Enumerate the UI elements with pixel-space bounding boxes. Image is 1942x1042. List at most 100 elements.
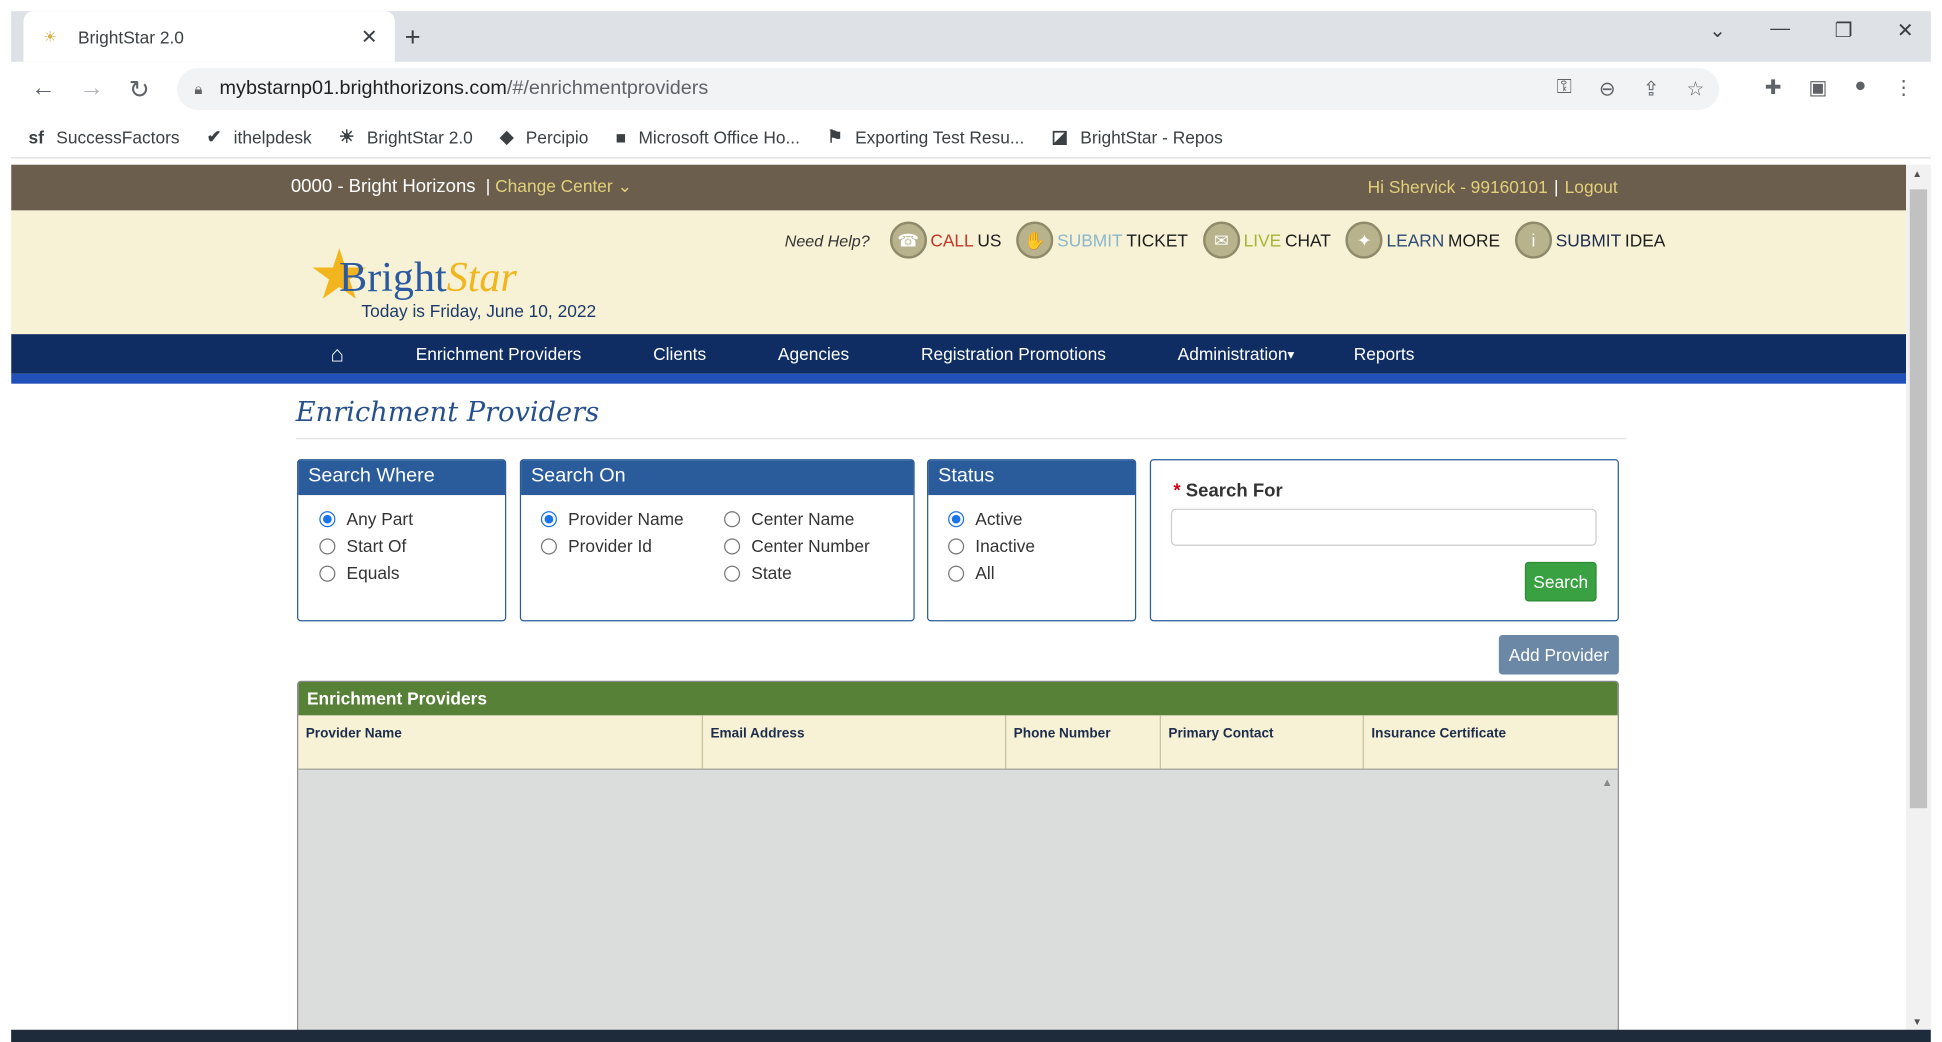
bookmark-item[interactable]: sf SuccessFactors (28, 127, 179, 147)
profile-icon[interactable]: ● (1854, 75, 1866, 100)
nav-item-reports[interactable]: Reports (1354, 344, 1415, 364)
extensions-icon[interactable]: ✚ (1765, 75, 1782, 100)
column-header-email-address[interactable]: Email Address (703, 715, 1007, 769)
restore-icon[interactable]: ❐ (1835, 19, 1853, 44)
title-divider (295, 438, 1627, 440)
share-icon[interactable]: ⇪ (1643, 77, 1660, 102)
nav-item-administration[interactable]: Administration (1178, 344, 1288, 364)
lock-icon[interactable]: 🔒︎ (194, 80, 202, 99)
radio-button[interactable] (319, 537, 336, 554)
bookmark-item[interactable]: ◆ Percipio (500, 126, 588, 147)
back-icon[interactable]: ← (31, 74, 56, 102)
search-where-option-start-of[interactable]: Start Of (319, 536, 406, 556)
app: 0000 - Bright Horizons | Change Center ⌄ … (11, 164, 1907, 1032)
url-text[interactable]: mybstarnp01.brighthorizons.com/#/enrichm… (220, 78, 709, 100)
bookmark-item[interactable]: ◪ BrightStar - Repos (1052, 126, 1223, 147)
bookmark-icon: ■ (615, 126, 627, 147)
forward-icon[interactable]: → (79, 74, 104, 102)
search-button[interactable]: Search (1524, 561, 1597, 602)
live-chat-icon[interactable]: ✉ (1202, 221, 1240, 259)
key-icon[interactable]: ⚿ (1557, 77, 1572, 102)
radio-button[interactable] (319, 510, 336, 527)
bookmark-label: Percipio (525, 126, 589, 147)
scroll-down-arrow-icon[interactable]: ▼ (1912, 1016, 1922, 1027)
add-provider-button[interactable]: Add Provider (1498, 634, 1619, 675)
call-us-link[interactable]: ☎ CALL US (889, 221, 1001, 259)
search-where-option-equals[interactable]: Equals (319, 563, 400, 583)
new-tab-icon[interactable]: + (405, 21, 421, 53)
submit-idea-link[interactable]: i SUBMIT IDEA (1514, 221, 1665, 259)
learn-more-link[interactable]: ✦ LEARN MORE (1345, 221, 1500, 259)
providers-grid: Enrichment Providers Provider Name Email … (297, 680, 1619, 1032)
close-tab-icon[interactable]: ✕ (361, 24, 378, 49)
grid-body[interactable]: ▲ (298, 769, 1618, 1032)
help-links: Need Help? ☎ CALL US ✋ SUBMIT TICKET ✉ LIVE C… (785, 221, 1665, 259)
nav-item-registration-promotions[interactable]: Registration Promotions (921, 344, 1106, 364)
column-header-provider-name[interactable]: Provider Name (298, 715, 704, 769)
main-nav: ⌂ Enrichment Providers Clients Agencies Reg… (11, 334, 1907, 374)
zoom-icon[interactable]: ⊖ (1599, 77, 1616, 102)
browser-tab[interactable]: ☀ BrightStar 2.0 ✕ (23, 11, 395, 62)
status-option-inactive[interactable]: Inactive (948, 536, 1035, 556)
tab-search-icon[interactable]: ⌄ (1709, 19, 1726, 44)
logout-link[interactable]: Logout (1565, 177, 1618, 197)
nav-item-clients[interactable]: Clients (653, 344, 706, 364)
top-bar: 0000 - Bright Horizons | Change Center ⌄ … (11, 164, 1907, 211)
address-bar[interactable]: 🔒︎ mybstarnp01.brighthorizons.com/#/enri… (176, 68, 1720, 111)
column-header-insurance-certificate[interactable]: Insurance Certificate (1364, 715, 1618, 768)
bookmark-item[interactable]: ☀ BrightStar 2.0 (339, 126, 473, 147)
call-us-icon[interactable]: ☎ (889, 221, 927, 259)
bookmark-item[interactable]: ■ Microsoft Office Ho... (616, 127, 800, 147)
menu-icon[interactable]: ⋮ (1894, 75, 1914, 100)
search-where-title: Search Where (298, 460, 505, 496)
bookmark-label: ithelpdesk (233, 126, 312, 147)
column-header-primary-contact[interactable]: Primary Contact (1161, 715, 1364, 769)
submit-idea-icon[interactable]: i (1514, 221, 1552, 259)
search-on-option-state[interactable]: State (724, 563, 792, 583)
radio-button[interactable] (319, 565, 336, 582)
search-on-option-provider-name[interactable]: Provider Name (540, 509, 684, 528)
bookmark-item[interactable]: ⚑ Exporting Test Resu... (827, 126, 1024, 147)
search-where-option-any-part[interactable]: Any Part (319, 509, 413, 528)
radio-button[interactable] (948, 565, 965, 582)
scrollbar-thumb[interactable] (1909, 189, 1928, 809)
nav-item-agencies[interactable]: Agencies (778, 344, 849, 364)
search-on-option-center-name[interactable]: Center Name (724, 509, 854, 528)
radio-label: All (975, 563, 995, 583)
chevron-down-icon[interactable]: ⌄ (617, 176, 632, 196)
reload-icon[interactable]: ↻ (129, 74, 150, 105)
radio-button[interactable] (724, 537, 741, 554)
search-on-option-provider-id[interactable]: Provider Id (540, 535, 652, 556)
radio-button[interactable] (948, 510, 965, 527)
live-chat-link[interactable]: ✉ LIVE CHAT (1202, 221, 1331, 259)
close-window-icon[interactable]: ✕ (1897, 19, 1914, 44)
nav-item-enrichment-providers[interactable]: Enrichment Providers (416, 344, 582, 364)
scroll-up-arrow-icon[interactable]: ▲ (1912, 168, 1922, 179)
status-option-active[interactable]: Active (948, 509, 1022, 528)
radio-button[interactable] (724, 510, 741, 527)
radio-label: Provider Id (568, 535, 652, 556)
grid-header-row: Provider Name Email Address Phone Number Pr… (298, 715, 1618, 770)
user-info: Hi Shervick - 99160101 | Logout (1367, 176, 1618, 197)
radio-button[interactable] (948, 537, 965, 554)
side-panel-icon[interactable]: ▣ (1809, 75, 1828, 100)
submit-ticket-link[interactable]: ✋ SUBMIT TICKET (1016, 221, 1188, 259)
bookmark-item[interactable]: ✔ ithelpdesk (207, 126, 312, 147)
caret-down-icon[interactable]: ▾ (1287, 346, 1294, 362)
scroll-up-icon[interactable]: ▲ (1602, 776, 1613, 788)
status-title: Status (928, 460, 1135, 496)
page-scrollbar[interactable]: ▲ ▼ (1906, 164, 1931, 1032)
bookmark-star-icon[interactable]: ☆ (1687, 77, 1705, 102)
status-option-all[interactable]: All (948, 563, 995, 583)
change-center-link[interactable]: Change Center (495, 176, 613, 196)
radio-button[interactable] (540, 510, 557, 527)
radio-button[interactable] (724, 565, 741, 582)
learn-more-icon[interactable]: ✦ (1345, 221, 1383, 259)
search-for-input[interactable] (1170, 508, 1597, 546)
submit-ticket-icon[interactable]: ✋ (1016, 221, 1054, 259)
column-header-phone-number[interactable]: Phone Number (1006, 715, 1161, 769)
radio-button[interactable] (540, 537, 557, 554)
home-icon[interactable]: ⌂ (330, 341, 343, 367)
search-on-option-center-number[interactable]: Center Number (724, 536, 870, 556)
minimize-icon[interactable]: — (1770, 19, 1790, 44)
